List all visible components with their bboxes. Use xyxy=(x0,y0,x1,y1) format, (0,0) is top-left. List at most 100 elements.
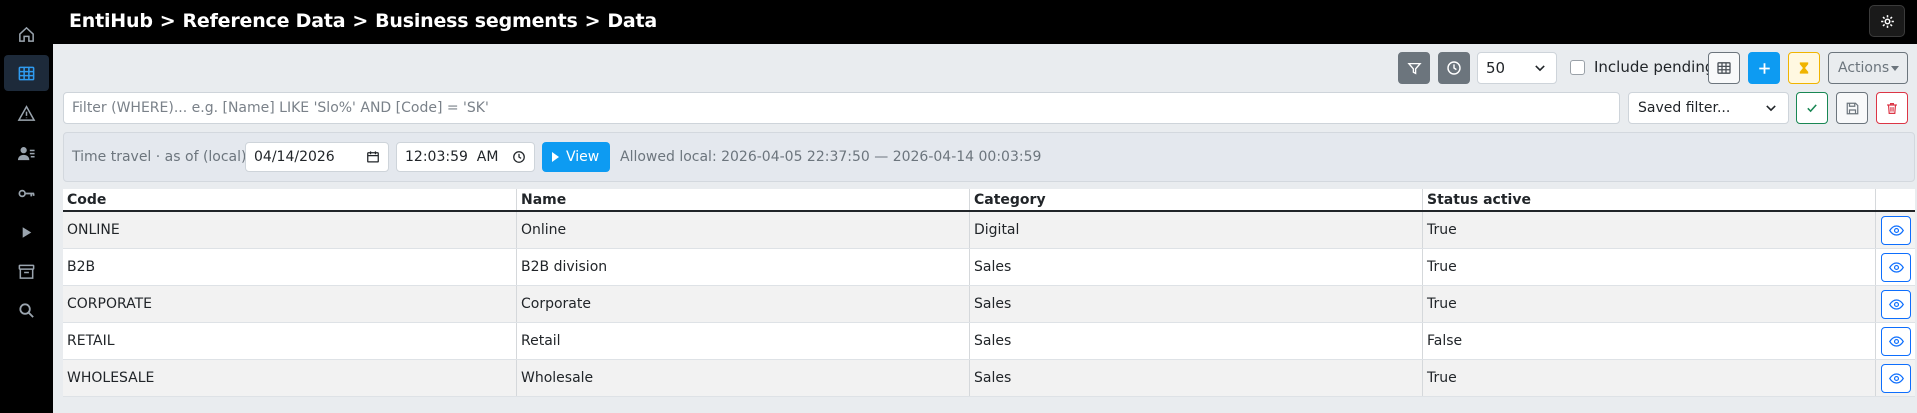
time-travel-panel: Time travel · as of (local) 04/14/2026 1… xyxy=(63,132,1915,182)
check-icon xyxy=(1807,104,1817,113)
table-row: RETAIL Retail Sales False xyxy=(63,323,1915,360)
sidebar-item-home[interactable] xyxy=(4,16,49,52)
top-bar: EntiHub > Reference Data > Business segments… xyxy=(53,0,1917,44)
cell-code: ONLINE xyxy=(67,222,120,238)
date-input[interactable]: 04/14/2026 xyxy=(245,142,389,172)
column-header-category[interactable]: Category xyxy=(969,189,1422,210)
filter-input[interactable]: Filter (WHERE)... e.g. [Name] LIKE 'Slo%… xyxy=(63,92,1620,124)
chevron-down-icon xyxy=(1766,105,1776,112)
cell-category: Digital xyxy=(969,212,1422,248)
breadcrumb-separator: > xyxy=(159,10,176,32)
warning-icon xyxy=(17,104,36,121)
archive-icon xyxy=(18,264,35,279)
save-icon xyxy=(1846,102,1858,114)
plus-icon xyxy=(1758,62,1770,74)
sidebar-item-archive[interactable] xyxy=(4,253,49,289)
sidebar-item-search[interactable] xyxy=(4,292,49,328)
eye-icon xyxy=(1888,262,1904,273)
caret-down-icon xyxy=(1891,66,1899,71)
data-table: Code Name Category Status active ONLINE … xyxy=(63,189,1915,397)
history-button[interactable] xyxy=(1438,52,1470,84)
view-row-button[interactable] xyxy=(1881,216,1911,245)
cell-actions xyxy=(1875,249,1915,285)
filter-toggle-button[interactable] xyxy=(1398,52,1430,84)
pending-changes-button[interactable] xyxy=(1788,52,1820,84)
table-row: B2B B2B division Sales True xyxy=(63,249,1915,286)
page-size-select[interactable]: 50 xyxy=(1477,52,1557,84)
cell-status-active: True xyxy=(1422,212,1875,248)
users-icon xyxy=(17,146,35,160)
saved-filter-select[interactable]: Saved filter... xyxy=(1628,92,1789,124)
main-content: 50 Include pending Actions Filter (WHERE… xyxy=(53,44,1917,413)
cell-category: Sales xyxy=(969,286,1422,322)
cell-name: B2B division xyxy=(516,249,969,285)
saved-filter-label: Saved filter... xyxy=(1638,100,1731,116)
sidebar-item-run[interactable] xyxy=(4,214,49,250)
hourglass-icon xyxy=(1799,62,1809,74)
allowed-range-text: Allowed local: 2026-04-05 22:37:50 — 202… xyxy=(620,149,1042,165)
cell-actions xyxy=(1875,323,1915,359)
clock-icon xyxy=(1447,61,1461,75)
view-row-button[interactable] xyxy=(1881,290,1911,319)
funnel-icon xyxy=(1406,62,1422,74)
column-header-status-active[interactable]: Status active xyxy=(1422,189,1875,210)
table-row: CORPORATE Corporate Sales True xyxy=(63,286,1915,323)
calendar-icon[interactable] xyxy=(366,150,380,164)
breadcrumb-item-section[interactable]: Reference Data xyxy=(182,10,345,32)
column-header-name[interactable]: Name xyxy=(516,189,969,210)
trash-icon xyxy=(1887,102,1897,114)
cell-category: Sales xyxy=(969,323,1422,359)
breadcrumb-item-entity[interactable]: Business segments xyxy=(375,10,578,32)
cell-status-active: True xyxy=(1422,286,1875,322)
chevron-down-icon xyxy=(1535,65,1545,72)
sidebar-item-data[interactable] xyxy=(4,55,49,91)
cell-name: Wholesale xyxy=(516,360,969,396)
table-icon xyxy=(1717,62,1731,74)
view-label: View xyxy=(566,149,600,165)
sidebar-item-keys[interactable] xyxy=(4,175,49,211)
cell-actions xyxy=(1875,360,1915,396)
filter-placeholder: Filter (WHERE)... e.g. [Name] LIKE 'Slo%… xyxy=(72,100,489,116)
view-row-button[interactable] xyxy=(1881,364,1911,393)
apply-filter-button[interactable] xyxy=(1796,92,1828,124)
view-button[interactable]: View xyxy=(542,142,610,172)
add-record-button[interactable] xyxy=(1748,52,1780,84)
cell-actions xyxy=(1875,212,1915,248)
time-input[interactable]: 12:03:59 AM xyxy=(396,142,535,172)
settings-button[interactable] xyxy=(1869,5,1905,37)
breadcrumb-item-current: Data xyxy=(607,10,658,32)
breadcrumb-item-app[interactable]: EntiHub xyxy=(69,10,153,32)
cell-category: Sales xyxy=(969,360,1422,396)
table-row: ONLINE Online Digital True xyxy=(63,212,1915,249)
include-pending-checkbox[interactable] xyxy=(1570,59,1585,75)
delete-filter-button[interactable] xyxy=(1876,92,1908,124)
column-header-actions xyxy=(1875,189,1915,210)
play-icon xyxy=(22,226,32,238)
cell-actions xyxy=(1875,286,1915,322)
table-row: WHOLESALE Wholesale Sales True xyxy=(63,360,1915,397)
actions-dropdown[interactable]: Actions xyxy=(1828,52,1908,84)
gear-icon xyxy=(1880,14,1894,28)
view-row-button[interactable] xyxy=(1881,253,1911,282)
cell-category: Sales xyxy=(969,249,1422,285)
sidebar xyxy=(0,0,53,413)
column-header-code[interactable]: Code xyxy=(63,189,516,210)
view-row-button[interactable] xyxy=(1881,327,1911,356)
save-filter-button[interactable] xyxy=(1836,92,1868,124)
sidebar-item-users[interactable] xyxy=(4,135,49,171)
breadcrumb-separator: > xyxy=(352,10,369,32)
columns-button[interactable] xyxy=(1708,52,1740,84)
search-icon xyxy=(19,302,34,318)
sidebar-item-warnings[interactable] xyxy=(4,95,49,131)
cell-name: Online xyxy=(516,212,969,248)
key-icon xyxy=(18,189,35,197)
date-value: 04/14/2026 xyxy=(254,149,335,165)
home-icon xyxy=(19,26,34,42)
time-value: 12:03:59 AM xyxy=(405,149,499,165)
eye-icon xyxy=(1888,336,1904,347)
eye-icon xyxy=(1888,373,1904,384)
cell-status-active: True xyxy=(1422,249,1875,285)
clock-icon[interactable] xyxy=(512,150,526,164)
include-pending-label: Include pending xyxy=(1594,58,1715,76)
breadcrumb-separator: > xyxy=(584,10,601,32)
